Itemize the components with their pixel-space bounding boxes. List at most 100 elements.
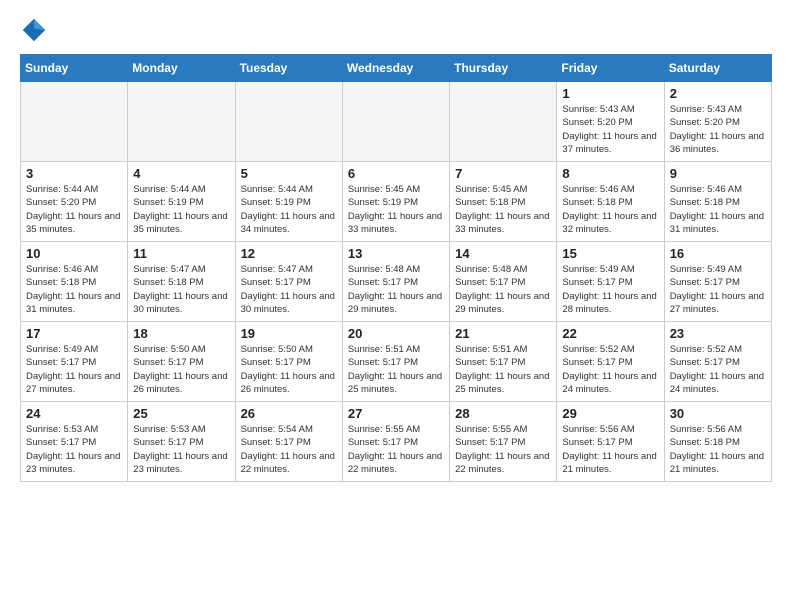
page: SundayMondayTuesdayWednesdayThursdayFrid… (0, 0, 792, 498)
header (20, 16, 772, 44)
day-cell: 8Sunrise: 5:46 AMSunset: 5:18 PMDaylight… (557, 162, 664, 242)
day-info: Sunrise: 5:50 AMSunset: 5:17 PMDaylight:… (241, 343, 337, 396)
logo (20, 16, 52, 44)
day-number: 25 (133, 406, 229, 421)
day-number: 23 (670, 326, 766, 341)
day-number: 9 (670, 166, 766, 181)
day-number: 21 (455, 326, 551, 341)
day-info: Sunrise: 5:45 AMSunset: 5:19 PMDaylight:… (348, 183, 444, 236)
day-number: 29 (562, 406, 658, 421)
day-cell: 25 Sunrise: 5:53 AMSunset: 5:17 PMDayligh… (128, 402, 235, 482)
day-cell: 14 Sunrise: 5:48 AMSunset: 5:17 PMDayligh… (450, 242, 557, 322)
week-row-2: 10 Sunrise: 5:46 AMSunset: 5:18 PMDayligh… (21, 242, 772, 322)
day-info: Sunrise: 5:46 AMSunset: 5:18 PMDaylight:… (670, 183, 766, 236)
day-cell: 16Sunrise: 5:49 AMSunset: 5:17 PMDayligh… (664, 242, 771, 322)
day-cell: 28Sunrise: 5:55 AMSunset: 5:17 PMDayligh… (450, 402, 557, 482)
day-info: Sunrise: 5:52 AMSunset: 5:17 PMDaylight:… (670, 343, 766, 396)
week-row-4: 24 Sunrise: 5:53 AMSunset: 5:17 PMDayligh… (21, 402, 772, 482)
day-info: Sunrise: 5:45 AMSunset: 5:18 PMDaylight:… (455, 183, 551, 236)
day-number: 6 (348, 166, 444, 181)
day-number: 14 (455, 246, 551, 261)
day-info: Sunrise: 5:47 AMSunset: 5:17 PMDaylight:… (241, 263, 337, 316)
day-cell: 13 Sunrise: 5:48 AMSunset: 5:17 PMDayligh… (342, 242, 449, 322)
day-number: 13 (348, 246, 444, 261)
day-cell: 21 Sunrise: 5:51 AMSunset: 5:17 PMDayligh… (450, 322, 557, 402)
day-info: Sunrise: 5:43 AMSunset: 5:20 PMDaylight:… (670, 103, 766, 156)
day-number: 16 (670, 246, 766, 261)
week-row-3: 17 Sunrise: 5:49 AMSunset: 5:17 PMDayligh… (21, 322, 772, 402)
weekday-thursday: Thursday (450, 55, 557, 82)
day-info: Sunrise: 5:55 AMSunset: 5:17 PMDaylight:… (455, 423, 551, 476)
day-number: 18 (133, 326, 229, 341)
day-info: Sunrise: 5:53 AMSunset: 5:17 PMDaylight:… (133, 423, 229, 476)
day-number: 10 (26, 246, 122, 261)
day-info: Sunrise: 5:46 AMSunset: 5:18 PMDaylight:… (26, 263, 122, 316)
day-number: 11 (133, 246, 229, 261)
day-cell: 15Sunrise: 5:49 AMSunset: 5:17 PMDayligh… (557, 242, 664, 322)
day-number: 12 (241, 246, 337, 261)
day-info: Sunrise: 5:54 AMSunset: 5:17 PMDaylight:… (241, 423, 337, 476)
day-cell: 19 Sunrise: 5:50 AMSunset: 5:17 PMDayligh… (235, 322, 342, 402)
day-cell: 2 Sunrise: 5:43 AMSunset: 5:20 PMDaylight… (664, 82, 771, 162)
day-number: 7 (455, 166, 551, 181)
day-cell: 7 Sunrise: 5:45 AMSunset: 5:18 PMDaylight… (450, 162, 557, 242)
day-number: 3 (26, 166, 122, 181)
day-cell: 27 Sunrise: 5:55 AMSunset: 5:17 PMDayligh… (342, 402, 449, 482)
day-cell (450, 82, 557, 162)
weekday-header-row: SundayMondayTuesdayWednesdayThursdayFrid… (21, 55, 772, 82)
weekday-wednesday: Wednesday (342, 55, 449, 82)
day-info: Sunrise: 5:46 AMSunset: 5:18 PMDaylight:… (562, 183, 658, 236)
day-cell (342, 82, 449, 162)
day-number: 27 (348, 406, 444, 421)
day-cell (235, 82, 342, 162)
day-cell: 17 Sunrise: 5:49 AMSunset: 5:17 PMDayligh… (21, 322, 128, 402)
day-number: 4 (133, 166, 229, 181)
day-cell (128, 82, 235, 162)
day-info: Sunrise: 5:51 AMSunset: 5:17 PMDaylight:… (455, 343, 551, 396)
calendar-table: SundayMondayTuesdayWednesdayThursdayFrid… (20, 54, 772, 482)
weekday-saturday: Saturday (664, 55, 771, 82)
day-cell: 11 Sunrise: 5:47 AMSunset: 5:18 PMDayligh… (128, 242, 235, 322)
week-row-0: 1 Sunrise: 5:43 AMSunset: 5:20 PMDaylight… (21, 82, 772, 162)
day-info: Sunrise: 5:48 AMSunset: 5:17 PMDaylight:… (455, 263, 551, 316)
day-info: Sunrise: 5:49 AMSunset: 5:17 PMDaylight:… (562, 263, 658, 316)
day-info: Sunrise: 5:44 AMSunset: 5:20 PMDaylight:… (26, 183, 122, 236)
day-cell: 24 Sunrise: 5:53 AMSunset: 5:17 PMDayligh… (21, 402, 128, 482)
day-number: 2 (670, 86, 766, 101)
day-cell: 22 Sunrise: 5:52 AMSunset: 5:17 PMDayligh… (557, 322, 664, 402)
day-info: Sunrise: 5:43 AMSunset: 5:20 PMDaylight:… (562, 103, 658, 156)
day-info: Sunrise: 5:52 AMSunset: 5:17 PMDaylight:… (562, 343, 658, 396)
day-cell: 18 Sunrise: 5:50 AMSunset: 5:17 PMDayligh… (128, 322, 235, 402)
weekday-sunday: Sunday (21, 55, 128, 82)
weekday-friday: Friday (557, 55, 664, 82)
day-number: 17 (26, 326, 122, 341)
day-cell: 30 Sunrise: 5:56 AMSunset: 5:18 PMDayligh… (664, 402, 771, 482)
day-number: 30 (670, 406, 766, 421)
day-cell: 5 Sunrise: 5:44 AMSunset: 5:19 PMDaylight… (235, 162, 342, 242)
day-number: 24 (26, 406, 122, 421)
day-info: Sunrise: 5:56 AMSunset: 5:17 PMDaylight:… (562, 423, 658, 476)
day-cell: 6 Sunrise: 5:45 AMSunset: 5:19 PMDaylight… (342, 162, 449, 242)
day-cell: 4 Sunrise: 5:44 AMSunset: 5:19 PMDaylight… (128, 162, 235, 242)
day-cell: 29 Sunrise: 5:56 AMSunset: 5:17 PMDayligh… (557, 402, 664, 482)
day-info: Sunrise: 5:55 AMSunset: 5:17 PMDaylight:… (348, 423, 444, 476)
day-cell: 3 Sunrise: 5:44 AMSunset: 5:20 PMDaylight… (21, 162, 128, 242)
day-cell: 26Sunrise: 5:54 AMSunset: 5:17 PMDayligh… (235, 402, 342, 482)
day-cell: 20Sunrise: 5:51 AMSunset: 5:17 PMDayligh… (342, 322, 449, 402)
day-cell: 10 Sunrise: 5:46 AMSunset: 5:18 PMDayligh… (21, 242, 128, 322)
day-info: Sunrise: 5:44 AMSunset: 5:19 PMDaylight:… (241, 183, 337, 236)
day-number: 22 (562, 326, 658, 341)
day-info: Sunrise: 5:50 AMSunset: 5:17 PMDaylight:… (133, 343, 229, 396)
day-number: 5 (241, 166, 337, 181)
day-cell: 9 Sunrise: 5:46 AMSunset: 5:18 PMDaylight… (664, 162, 771, 242)
day-info: Sunrise: 5:44 AMSunset: 5:19 PMDaylight:… (133, 183, 229, 236)
day-info: Sunrise: 5:49 AMSunset: 5:17 PMDaylight:… (26, 343, 122, 396)
day-info: Sunrise: 5:53 AMSunset: 5:17 PMDaylight:… (26, 423, 122, 476)
day-info: Sunrise: 5:48 AMSunset: 5:17 PMDaylight:… (348, 263, 444, 316)
day-number: 1 (562, 86, 658, 101)
day-info: Sunrise: 5:47 AMSunset: 5:18 PMDaylight:… (133, 263, 229, 316)
day-cell: 12 Sunrise: 5:47 AMSunset: 5:17 PMDayligh… (235, 242, 342, 322)
day-number: 19 (241, 326, 337, 341)
day-info: Sunrise: 5:56 AMSunset: 5:18 PMDaylight:… (670, 423, 766, 476)
day-cell: 1 Sunrise: 5:43 AMSunset: 5:20 PMDaylight… (557, 82, 664, 162)
